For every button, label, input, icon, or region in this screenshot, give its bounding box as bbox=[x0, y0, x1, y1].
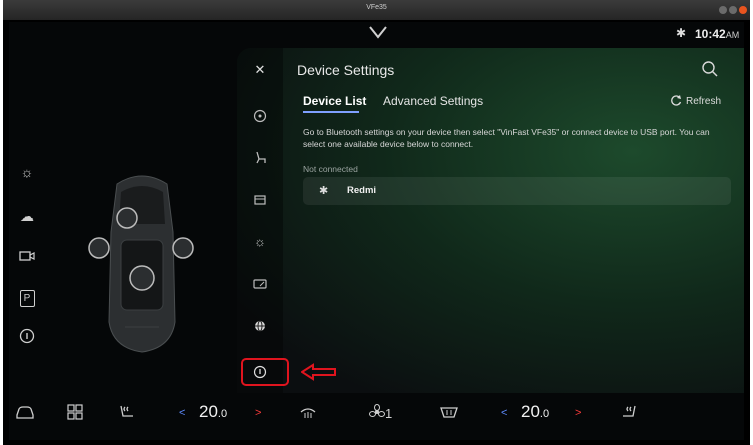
close-window-button[interactable] bbox=[739, 6, 747, 14]
clock: 10:42AM bbox=[695, 27, 739, 41]
right-temp-increase-button[interactable]: > bbox=[575, 407, 581, 419]
settings-sidebar: ✕ ☼ bbox=[237, 48, 283, 393]
close-icon[interactable]: ✕ bbox=[250, 60, 270, 80]
front-defrost-icon[interactable] bbox=[439, 404, 459, 425]
annotation-arrow bbox=[301, 363, 336, 381]
right-temp-decrease-button[interactable]: < bbox=[501, 407, 507, 419]
device-name: Redmi bbox=[347, 185, 377, 196]
tab-advanced-settings[interactable]: Advanced Settings bbox=[383, 94, 483, 108]
status-bar: ✱ 10:42AM bbox=[9, 22, 744, 46]
parking-icon[interactable]: P bbox=[17, 286, 37, 307]
active-tab-indicator bbox=[303, 111, 359, 113]
device-settings-panel: ✕ ☼ Device Settings Device List Advanced… bbox=[237, 48, 744, 393]
screen-icon[interactable] bbox=[250, 274, 270, 294]
bluetooth-icon: ✱ bbox=[676, 26, 687, 40]
display-icon[interactable] bbox=[250, 190, 270, 210]
left-temp-increase-button[interactable]: > bbox=[255, 407, 261, 419]
refresh-button[interactable]: Refresh bbox=[670, 94, 721, 107]
refresh-label: Refresh bbox=[686, 96, 722, 107]
bluetooth-icon: ✱ bbox=[319, 185, 329, 197]
camera-icon[interactable] bbox=[17, 246, 37, 266]
info-icon[interactable] bbox=[17, 326, 37, 346]
clock-ampm: AM bbox=[725, 30, 740, 40]
steering-wheel-icon[interactable] bbox=[250, 106, 270, 126]
window-title: VFe35 bbox=[366, 4, 387, 11]
right-temp-decimal: .0 bbox=[539, 408, 550, 420]
seat-heat-icon[interactable] bbox=[117, 404, 137, 425]
left-temperature: 20.0 bbox=[199, 402, 227, 422]
left-temp-decrease-button[interactable]: < bbox=[179, 407, 185, 419]
left-temp-decimal: .0 bbox=[217, 408, 228, 420]
maximize-button[interactable] bbox=[729, 6, 737, 14]
device-list-item[interactable]: ✱ Redmi bbox=[303, 177, 731, 205]
climate-bar: < 20.0 > 1 < 20.0 > bbox=[9, 394, 744, 440]
search-icon[interactable] bbox=[701, 60, 719, 78]
seat-button-rear[interactable] bbox=[129, 265, 155, 291]
annotation-highlight-box bbox=[241, 358, 289, 386]
page-title: Device Settings bbox=[297, 62, 395, 78]
brightness-icon[interactable]: ☼ bbox=[250, 232, 270, 252]
infotainment-screen: ✱ 10:42AM ☼ ☁ P ✕ ☼ Device Settings Devi… bbox=[9, 22, 744, 440]
car-icon[interactable] bbox=[15, 404, 35, 425]
right-temp-value: 20 bbox=[521, 402, 540, 421]
app-window: VFe35 ✱ 10:42AM ☼ ☁ P ✕ ☼ Device Setting… bbox=[3, 0, 750, 445]
refresh-icon bbox=[671, 95, 682, 106]
cloud-icon[interactable]: ☁ bbox=[17, 206, 37, 226]
fan-icon[interactable]: 1 bbox=[369, 404, 392, 423]
parking-label: P bbox=[19, 290, 35, 307]
apps-icon[interactable] bbox=[67, 404, 83, 425]
chevron-down-icon[interactable] bbox=[367, 24, 389, 40]
left-temp-value: 20 bbox=[199, 402, 218, 421]
sun-icon[interactable]: ☼ bbox=[17, 162, 37, 182]
section-label: Not connected bbox=[303, 164, 358, 174]
seat-heat-right-icon[interactable] bbox=[619, 404, 639, 425]
bluetooth-instructions: Go to Bluetooth settings on your device … bbox=[303, 127, 710, 149]
right-temperature: 20.0 bbox=[521, 402, 549, 422]
seat-button-front-left[interactable] bbox=[116, 207, 138, 229]
seat-icon[interactable] bbox=[250, 148, 270, 168]
seat-button-left[interactable] bbox=[88, 237, 110, 259]
clock-time: 10:42 bbox=[695, 27, 726, 41]
minimize-button[interactable] bbox=[719, 6, 727, 14]
tab-device-list[interactable]: Device List bbox=[303, 94, 366, 108]
rear-defrost-icon[interactable] bbox=[299, 404, 317, 425]
globe-icon[interactable] bbox=[250, 316, 270, 336]
fan-level: 1 bbox=[385, 406, 393, 421]
window-titlebar: VFe35 bbox=[3, 0, 750, 20]
seat-button-right[interactable] bbox=[172, 237, 194, 259]
car-illustration bbox=[88, 175, 194, 353]
